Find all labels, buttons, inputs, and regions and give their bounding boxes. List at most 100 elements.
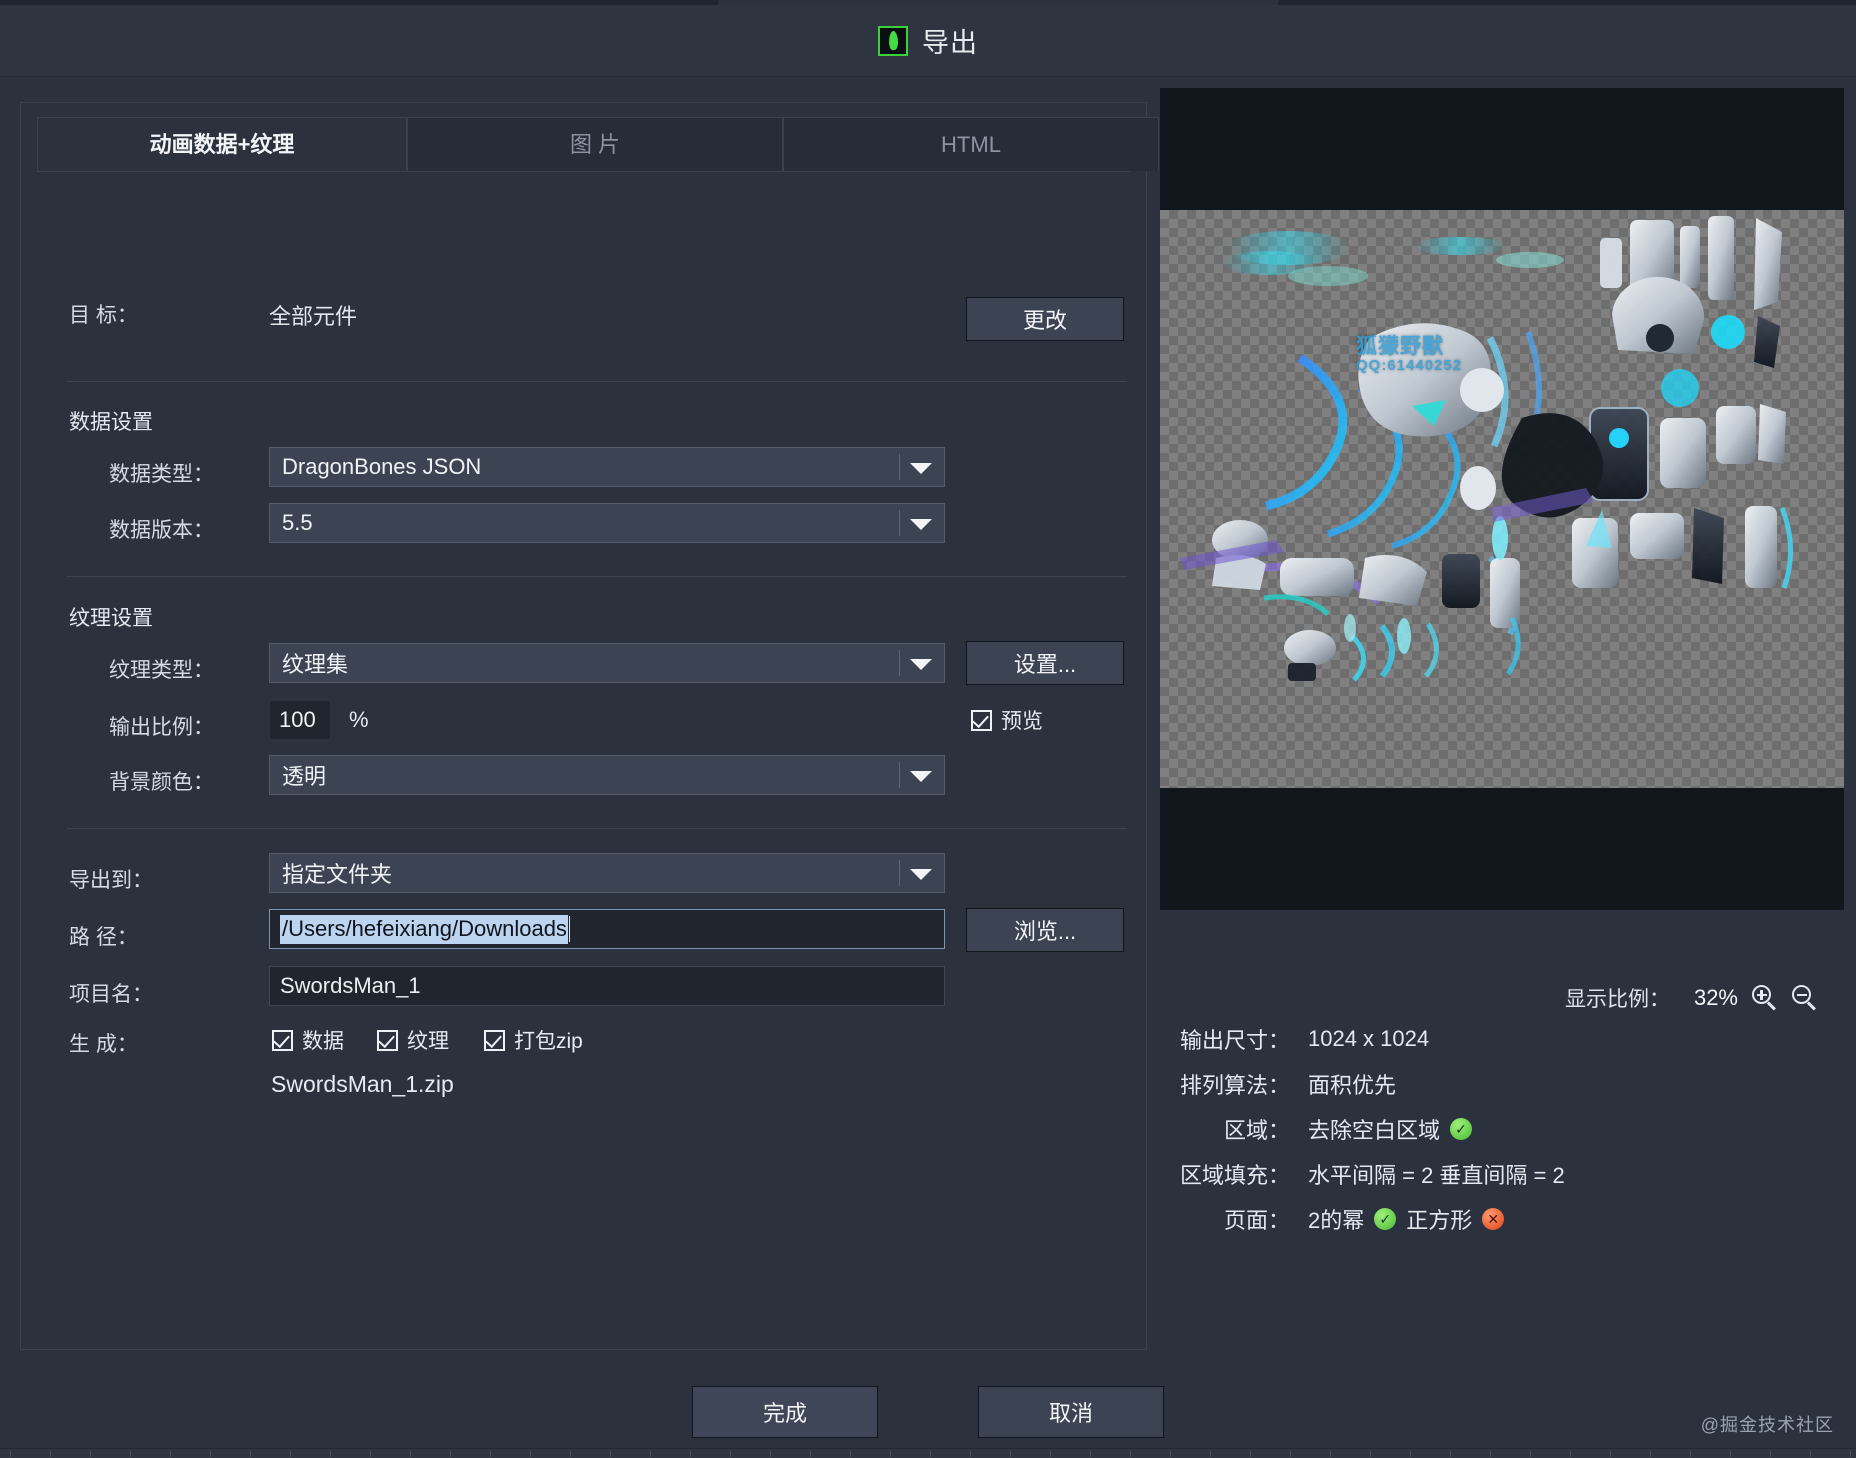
stat-value-algorithm: 面积优先 bbox=[1308, 1073, 1397, 1098]
stat-row-page: 页面： 2的幂 ✓ 正方形 ✕ bbox=[1160, 1203, 1856, 1235]
generate-option-data[interactable]: 数据 bbox=[272, 1025, 344, 1055]
zoom-value: 32% bbox=[1693, 985, 1738, 1010]
rail-tick bbox=[490, 1451, 491, 1457]
tab-underline bbox=[37, 171, 1131, 172]
stat-row-region-fill: 区域填充： 水平间隔 = 2 垂直间隔 = 2 bbox=[1160, 1158, 1856, 1190]
stat-row-region: 区域： 去除空白区域 ✓ bbox=[1160, 1113, 1856, 1145]
chevron-down-icon bbox=[910, 519, 932, 530]
output-scale-label-row: 输出比例： bbox=[109, 711, 214, 741]
zoom-out-icon[interactable] bbox=[1792, 985, 1818, 1011]
path-label: 路 径： bbox=[69, 926, 138, 949]
background-color-select[interactable]: 透明 bbox=[269, 755, 945, 795]
rail-tick bbox=[1290, 1451, 1291, 1457]
select-divider bbox=[899, 650, 900, 676]
path-label-row: 路 径： bbox=[69, 921, 138, 951]
rail-tick bbox=[650, 1451, 651, 1457]
rail-tick bbox=[290, 1451, 291, 1457]
divider-3 bbox=[67, 828, 1127, 829]
select-divider bbox=[899, 860, 900, 886]
rail-tick bbox=[690, 1451, 691, 1457]
rail-tick bbox=[250, 1451, 251, 1457]
rail-tick bbox=[1730, 1451, 1731, 1457]
rail-tick bbox=[1050, 1451, 1051, 1457]
export-to-label: 导出到： bbox=[69, 869, 153, 892]
dialog-titlebar: 导出 bbox=[0, 5, 1856, 77]
chevron-down-icon bbox=[910, 771, 932, 782]
zoom-label: 显示比例： bbox=[1565, 988, 1670, 1011]
check-badge-icon: ✓ bbox=[1450, 1118, 1473, 1140]
data-version-value: 5.5 bbox=[282, 510, 313, 535]
texture-type-select[interactable]: 纹理集 bbox=[269, 643, 945, 683]
check-badge-icon: ✓ bbox=[1374, 1208, 1397, 1230]
stat-value-region-fill: 水平间隔 = 2 垂直间隔 = 2 bbox=[1308, 1163, 1565, 1188]
rail-tick bbox=[770, 1451, 771, 1457]
tab-animation-data-texture[interactable]: 动画数据+纹理 bbox=[37, 117, 407, 171]
rail-tick bbox=[1610, 1451, 1611, 1457]
select-divider bbox=[899, 510, 900, 536]
preview-watermark: 狐獴野獸 QQ:61440252 bbox=[1356, 335, 1463, 375]
stat-value-power-of-two: 2的幂 bbox=[1308, 1208, 1365, 1233]
texture-stats: 输出尺寸： 1024 x 1024 排列算法： 面积优先 区域： 去除空白区域 … bbox=[1160, 1023, 1856, 1248]
output-filename: SwordsMan_1.zip bbox=[271, 1071, 454, 1097]
stat-key-region: 区域： bbox=[1223, 1118, 1290, 1143]
rail-tick bbox=[1650, 1451, 1651, 1457]
export-dialog-window: 导出 动画数据+纹理 图 片 HTML 目 标： 全部元件 更改 数据设置 数据… bbox=[0, 0, 1856, 1458]
generate-zip-checkbox[interactable] bbox=[484, 1029, 505, 1051]
rail-tick bbox=[890, 1451, 891, 1457]
path-input[interactable]: /Users/hefeixiang/Downloads bbox=[269, 909, 945, 949]
rail-tick bbox=[1170, 1451, 1171, 1457]
output-scale-unit: % bbox=[349, 707, 369, 732]
project-name-input[interactable]: SwordsMan_1 bbox=[269, 966, 945, 1006]
rail-tick bbox=[1570, 1451, 1571, 1457]
stat-key-region-fill: 区域填充： bbox=[1179, 1163, 1290, 1188]
change-target-button[interactable]: 更改 bbox=[966, 297, 1124, 341]
stat-value-region: 去除空白区域 bbox=[1308, 1118, 1441, 1143]
target-value: 全部元件 bbox=[269, 304, 358, 329]
done-button[interactable]: 完成 bbox=[692, 1386, 878, 1438]
tab-image[interactable]: 图 片 bbox=[407, 117, 783, 171]
zoom-in-icon[interactable] bbox=[1752, 985, 1778, 1011]
export-tabs: 动画数据+纹理 图 片 HTML bbox=[37, 117, 1159, 171]
tab-html[interactable]: HTML bbox=[783, 117, 1159, 171]
preview-checkbox[interactable] bbox=[971, 709, 992, 731]
preview-watermark-line1: 狐獴野獸 bbox=[1356, 335, 1444, 358]
browse-button[interactable]: 浏览... bbox=[966, 908, 1124, 952]
generate-zip-label: 打包zip bbox=[514, 1030, 583, 1053]
page-watermark: @掘金技术社区 bbox=[1700, 1415, 1834, 1435]
cancel-button[interactable]: 取消 bbox=[978, 1386, 1164, 1438]
texture-type-value: 纹理集 bbox=[282, 652, 349, 677]
data-version-select[interactable]: 5.5 bbox=[269, 503, 945, 543]
rail-tick bbox=[450, 1451, 451, 1457]
rail-tick bbox=[570, 1451, 571, 1457]
rail-tick bbox=[1010, 1451, 1011, 1457]
generate-data-checkbox[interactable] bbox=[272, 1029, 293, 1051]
path-input-value: /Users/hefeixiang/Downloads bbox=[280, 914, 568, 944]
select-divider bbox=[899, 762, 900, 788]
texture-preview[interactable]: 狐獴野獸 QQ:61440252 bbox=[1160, 88, 1844, 910]
preview-watermark-line2: QQ:61440252 bbox=[1356, 357, 1463, 375]
rail-tick bbox=[1490, 1451, 1491, 1457]
output-scale-input[interactable]: 100 bbox=[269, 700, 331, 740]
chevron-down-icon bbox=[910, 869, 932, 880]
generate-option-zip[interactable]: 打包zip bbox=[484, 1025, 583, 1055]
data-version-label-row: 数据版本： bbox=[109, 514, 214, 544]
background-color-label: 背景颜色： bbox=[109, 771, 214, 794]
rail-tick bbox=[930, 1451, 931, 1457]
rail-tick bbox=[970, 1451, 971, 1457]
data-type-label: 数据类型： bbox=[109, 463, 214, 486]
texture-settings-button[interactable]: 设置... bbox=[966, 641, 1124, 685]
data-type-select[interactable]: DragonBones JSON bbox=[269, 447, 945, 487]
export-to-select[interactable]: 指定文件夹 bbox=[269, 853, 945, 893]
data-type-label-row: 数据类型： bbox=[109, 458, 214, 488]
stat-value-output-size: 1024 x 1024 bbox=[1308, 1026, 1430, 1051]
rail-tick bbox=[1250, 1451, 1251, 1457]
preview-checkbox-row[interactable]: 预览 bbox=[971, 705, 1043, 735]
rail-tick bbox=[1770, 1451, 1771, 1457]
generate-option-texture[interactable]: 纹理 bbox=[377, 1025, 449, 1055]
cross-badge-icon: ✕ bbox=[1482, 1208, 1505, 1230]
data-version-label: 数据版本： bbox=[109, 519, 214, 542]
rail-tick bbox=[1330, 1451, 1331, 1457]
target-row: 目 标： bbox=[69, 299, 138, 329]
generate-texture-checkbox[interactable] bbox=[377, 1029, 398, 1051]
export-to-value: 指定文件夹 bbox=[282, 862, 393, 887]
